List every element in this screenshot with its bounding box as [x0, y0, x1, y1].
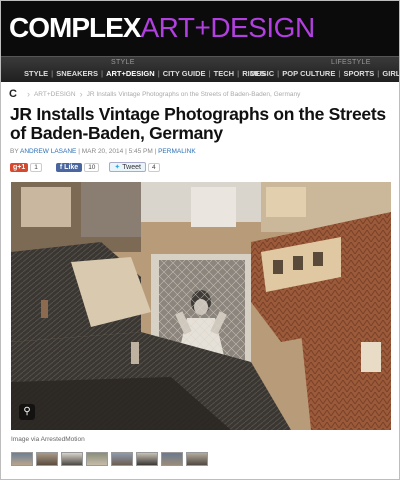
gallery-thumb[interactable] — [161, 452, 183, 466]
gallery-thumb[interactable] — [111, 452, 133, 466]
gallery-thumb[interactable] — [11, 452, 33, 466]
nav-group-lifestyle: LIFESTYLE — [331, 59, 371, 66]
tweet-button[interactable]: ✦ Tweet — [109, 162, 146, 172]
article-byline: BY ANDREW LASANE | MAR 20, 2014 | 5:45 P… — [10, 148, 196, 155]
gallery-thumb[interactable] — [186, 452, 208, 466]
nav-links-lifestyle: MUSIC| POP CULTURE| SPORTS| GIRLS| VI — [247, 69, 399, 78]
breadcrumb: C › ART+DESIGN › JR Installs Vintage Pho… — [9, 88, 300, 100]
facebook-like-label: Like — [64, 163, 79, 171]
permalink-link[interactable]: PERMALINK — [158, 148, 196, 155]
google-plus-count: 1 — [30, 162, 42, 172]
gallery-thumbnails — [11, 452, 211, 466]
article-photo[interactable]: ⚲ — [11, 182, 391, 430]
article-title: JR Installs Vintage Photographs on the S… — [10, 104, 386, 143]
facebook-like-count: 10 — [84, 162, 100, 172]
chevron-right-icon: › — [79, 89, 83, 99]
article-date: MAR 20, 2014 — [81, 148, 124, 155]
logo-section: ART+DESIGN — [140, 12, 315, 43]
page-frame: COMPLEXART+DESIGN STYLE LIFESTYLE STYLE |… — [0, 0, 400, 480]
nav-item-art-design[interactable]: ART+DESIGN — [103, 69, 158, 78]
nav-item-style[interactable]: STYLE — [21, 69, 51, 78]
main-nav: STYLE LIFESTYLE STYLE | SNEAKERS | ART+DES… — [1, 56, 399, 82]
nav-item-city-guide[interactable]: CITY GUIDE — [160, 69, 209, 78]
image-caption: Image via ArrestedMotion — [11, 436, 85, 443]
tweet-label: Tweet — [122, 164, 141, 171]
magnify-icon[interactable]: ⚲ — [19, 404, 35, 420]
byline-prefix: BY — [10, 148, 19, 155]
nav-item-pop-culture[interactable]: POP CULTURE — [279, 69, 338, 78]
share-bar: g+1 1 f Like 10 ✦ Tweet 4 — [10, 162, 160, 172]
logo-brand: COMPLEX — [9, 12, 141, 43]
google-plus-button[interactable]: g+1 — [10, 162, 29, 172]
gallery-thumb[interactable] — [36, 452, 58, 466]
gallery-thumb[interactable] — [61, 452, 83, 466]
rooftop-photo-illustration — [11, 182, 391, 430]
twitter-bird-icon: ✦ — [114, 164, 121, 171]
author-link[interactable]: ANDREW LASANE — [20, 148, 76, 155]
nav-item-tech[interactable]: TECH — [211, 69, 237, 78]
nav-item-sports[interactable]: SPORTS — [340, 69, 377, 78]
breadcrumb-current: JR Installs Vintage Photographs on the S… — [86, 90, 301, 98]
breadcrumb-section[interactable]: ART+DESIGN — [34, 91, 76, 98]
site-logo[interactable]: COMPLEXART+DESIGN — [9, 13, 315, 43]
nav-item-music[interactable]: MUSIC — [247, 69, 277, 78]
nav-item-girls[interactable]: GIRLS — [379, 69, 399, 78]
article-time: 5:45 PM — [128, 148, 153, 155]
breadcrumb-logo[interactable]: C — [9, 88, 17, 100]
nav-item-sneakers[interactable]: SNEAKERS — [53, 69, 101, 78]
nav-group-style: STYLE — [111, 59, 135, 66]
tweet-count: 4 — [147, 162, 160, 172]
gallery-thumb[interactable] — [86, 452, 108, 466]
masthead: COMPLEXART+DESIGN — [1, 1, 399, 56]
nav-links-style: STYLE | SNEAKERS | ART+DESIGN | CITY GUIDE |… — [21, 69, 268, 78]
chevron-right-icon: › — [26, 89, 30, 99]
facebook-like-button[interactable]: f Like — [55, 162, 83, 172]
gallery-thumb[interactable] — [136, 452, 158, 466]
